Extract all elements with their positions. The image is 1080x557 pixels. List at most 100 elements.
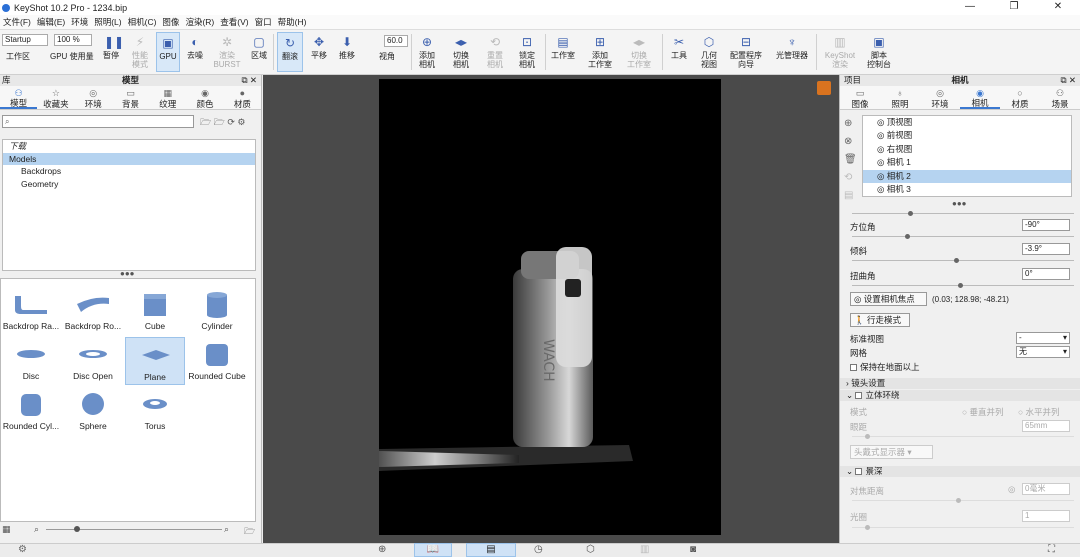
- twist-slider-knob[interactable]: [958, 283, 963, 288]
- top-slider[interactable]: [852, 213, 1074, 214]
- panel-float-close-icons[interactable]: ⧉ ✕: [1060, 75, 1076, 85]
- switch-camera-button[interactable]: ◂▸ 切换 相机: [446, 32, 476, 72]
- camera-item-camera-1[interactable]: ◎ 相机 1: [863, 156, 1071, 169]
- configurator-wizard-button[interactable]: ⊟ 配置程序 向导: [726, 32, 766, 72]
- dolly-button[interactable]: ⬇ 推移: [335, 32, 359, 72]
- render-burst-button[interactable]: ✲ 渲染 BURST: [212, 32, 242, 72]
- menu-render[interactable]: 渲染(R): [182, 16, 217, 28]
- tree-item-models[interactable]: Models: [3, 152, 255, 165]
- tab-favorites[interactable]: ☆ 收藏夹: [37, 86, 74, 109]
- geometry-view-button[interactable]: ⬡ 几何 视图: [696, 32, 722, 72]
- tab-material[interactable]: ○ 材质: [1000, 86, 1040, 109]
- menu-image[interactable]: 图像: [159, 16, 182, 28]
- camera-duplicate-icon[interactable]: ⊗: [844, 133, 857, 151]
- render-icon[interactable]: ▥: [640, 544, 649, 555]
- tab-colors[interactable]: ◉ 颜色: [186, 86, 223, 109]
- tab-models[interactable]: ⚇ 模型: [0, 86, 38, 109]
- panel-float-close-icons[interactable]: ⧉ ✕: [241, 75, 257, 85]
- performance-mode-button[interactable]: ⚡ 性能 模式: [126, 32, 154, 72]
- gallery-item-disc-open[interactable]: Disc Open: [63, 337, 123, 385]
- cloud-library-icon[interactable]: ⚙: [18, 544, 27, 555]
- tools-button[interactable]: ✂ 工具: [666, 32, 692, 72]
- zoom-in-icon[interactable]: ⌕: [224, 524, 229, 535]
- eye-distance-input[interactable]: 65mm: [1022, 420, 1070, 432]
- import-icon[interactable]: ⊕: [378, 544, 386, 555]
- menu-camera[interactable]: 相机(C): [125, 16, 160, 28]
- menu-environment[interactable]: 环境: [68, 16, 91, 28]
- azimuth-slider-knob[interactable]: [905, 234, 910, 239]
- tab-materials[interactable]: ● 材质: [224, 86, 261, 109]
- gallery-item-rounded-cube[interactable]: Rounded Cube: [187, 337, 247, 385]
- eye-distance-slider[interactable]: [852, 436, 1074, 437]
- walk-mode-button[interactable]: 🚶 行走模式: [850, 313, 910, 327]
- camera-save-icon[interactable]: ▤: [844, 187, 857, 205]
- splitter-handle[interactable]: ●●●: [952, 199, 967, 208]
- menu-edit[interactable]: 编辑(E): [34, 16, 68, 28]
- menu-help[interactable]: 帮助(H): [275, 16, 310, 28]
- animation-icon[interactable]: ◷: [534, 544, 543, 555]
- camera-item-camera-2[interactable]: ◎ 相机 2: [863, 169, 1071, 183]
- standard-view-select[interactable]: - ▾: [1016, 332, 1070, 344]
- camera-item-camera-3[interactable]: ◎ 相机 3: [863, 183, 1071, 196]
- tree-item-backdrops[interactable]: Backdrops: [3, 165, 255, 178]
- script-console-button[interactable]: ▣ 脚本 控制台: [862, 32, 896, 72]
- lock-camera-button[interactable]: ⊡ 锁定 相机: [514, 32, 540, 72]
- menu-file[interactable]: 文件(F): [0, 16, 34, 28]
- keyshotxr-icon[interactable]: ⬡: [586, 544, 595, 555]
- tab-camera[interactable]: ◉ 相机: [960, 86, 1000, 109]
- twist-input[interactable]: 0°: [1022, 268, 1070, 280]
- gallery-item-sphere[interactable]: Sphere: [63, 387, 123, 435]
- menu-window[interactable]: 窗口: [252, 16, 275, 28]
- library-search-input[interactable]: ⌕: [2, 115, 194, 128]
- zoom-select[interactable]: 100 %: [54, 34, 92, 46]
- switch-studio-button[interactable]: ◂▸ 切换 工作室: [622, 32, 656, 72]
- tab-environment[interactable]: ◎ 环境: [920, 86, 960, 109]
- stereo-vertical-radio[interactable]: ○ 垂直并列: [962, 406, 1004, 418]
- aperture-slider[interactable]: [852, 527, 1074, 528]
- inclination-slider[interactable]: [852, 260, 1074, 261]
- dof-section[interactable]: ⌄ 景深: [840, 466, 1080, 477]
- add-camera-button[interactable]: ⊕ 添加 相机: [414, 32, 440, 72]
- set-camera-focus-button[interactable]: ◎ 设置相机焦点: [850, 292, 927, 306]
- azimuth-slider[interactable]: [852, 236, 1074, 237]
- folder-icon[interactable]: 🗁: [244, 524, 255, 540]
- thumbnail-size-knob[interactable]: [74, 526, 80, 532]
- grid-view-icon[interactable]: ▦: [2, 524, 11, 534]
- stereo-section[interactable]: ⌄ 立体环绕: [840, 390, 1080, 401]
- hmd-button[interactable]: 头戴式显示器 ▾: [850, 445, 933, 459]
- denoise-button[interactable]: ◐ 去噪: [182, 32, 208, 72]
- menu-view[interactable]: 查看(V): [217, 16, 251, 28]
- aperture-input[interactable]: 1: [1022, 510, 1070, 522]
- stereo-horizontal-radio[interactable]: ○ 水平并列: [1018, 406, 1060, 418]
- tab-environments[interactable]: ◎ 环境: [75, 86, 112, 109]
- eye-distance-slider-knob[interactable]: [865, 434, 870, 439]
- camera-reset-icon[interactable]: ⟲: [844, 169, 857, 187]
- tumble-button[interactable]: ↻ 翻滚: [277, 32, 303, 72]
- gallery-item-torus[interactable]: Torus: [125, 387, 185, 435]
- inclination-input[interactable]: -3.9°: [1022, 243, 1070, 255]
- screenshot-icon[interactable]: ◙: [690, 544, 696, 555]
- thumbnail-size-slider[interactable]: [46, 529, 222, 530]
- tree-item-geometry[interactable]: Geometry: [3, 178, 255, 191]
- focus-distance-input[interactable]: 0毫米: [1022, 483, 1070, 495]
- camera-item-top[interactable]: ◎ 顶视图: [863, 116, 1071, 129]
- gallery-item-cube[interactable]: Cube: [125, 287, 185, 335]
- reset-camera-button[interactable]: ⟲ 重置 相机: [482, 32, 508, 72]
- workspace-select[interactable]: Startup: [2, 34, 48, 46]
- gpu-button[interactable]: ▣ GPU: [156, 32, 180, 72]
- library-toggle-icon[interactable]: 📖: [414, 543, 452, 557]
- fullscreen-icon[interactable]: ⛶: [1048, 544, 1055, 555]
- tab-scene[interactable]: ⚇ 场景: [1040, 86, 1080, 109]
- pan-button[interactable]: ✥ 平移: [307, 32, 331, 72]
- maximize-button[interactable]: ❐: [992, 0, 1036, 15]
- focus-distance-slider-knob[interactable]: [956, 498, 961, 503]
- tab-textures[interactable]: ▦ 纹理: [149, 86, 186, 109]
- fov-input[interactable]: 60.0: [384, 35, 408, 47]
- gallery-item-cylinder[interactable]: Cylinder: [187, 287, 247, 335]
- camera-item-front[interactable]: ◎ 前视图: [863, 129, 1071, 142]
- tree-item-downloads[interactable]: 下载: [3, 140, 255, 153]
- camera-item-right[interactable]: ◎ 右视图: [863, 143, 1071, 156]
- gallery-item-plane[interactable]: Plane: [125, 337, 185, 385]
- close-button[interactable]: ✕: [1036, 0, 1080, 15]
- focus-distance-slider[interactable]: [852, 500, 1074, 501]
